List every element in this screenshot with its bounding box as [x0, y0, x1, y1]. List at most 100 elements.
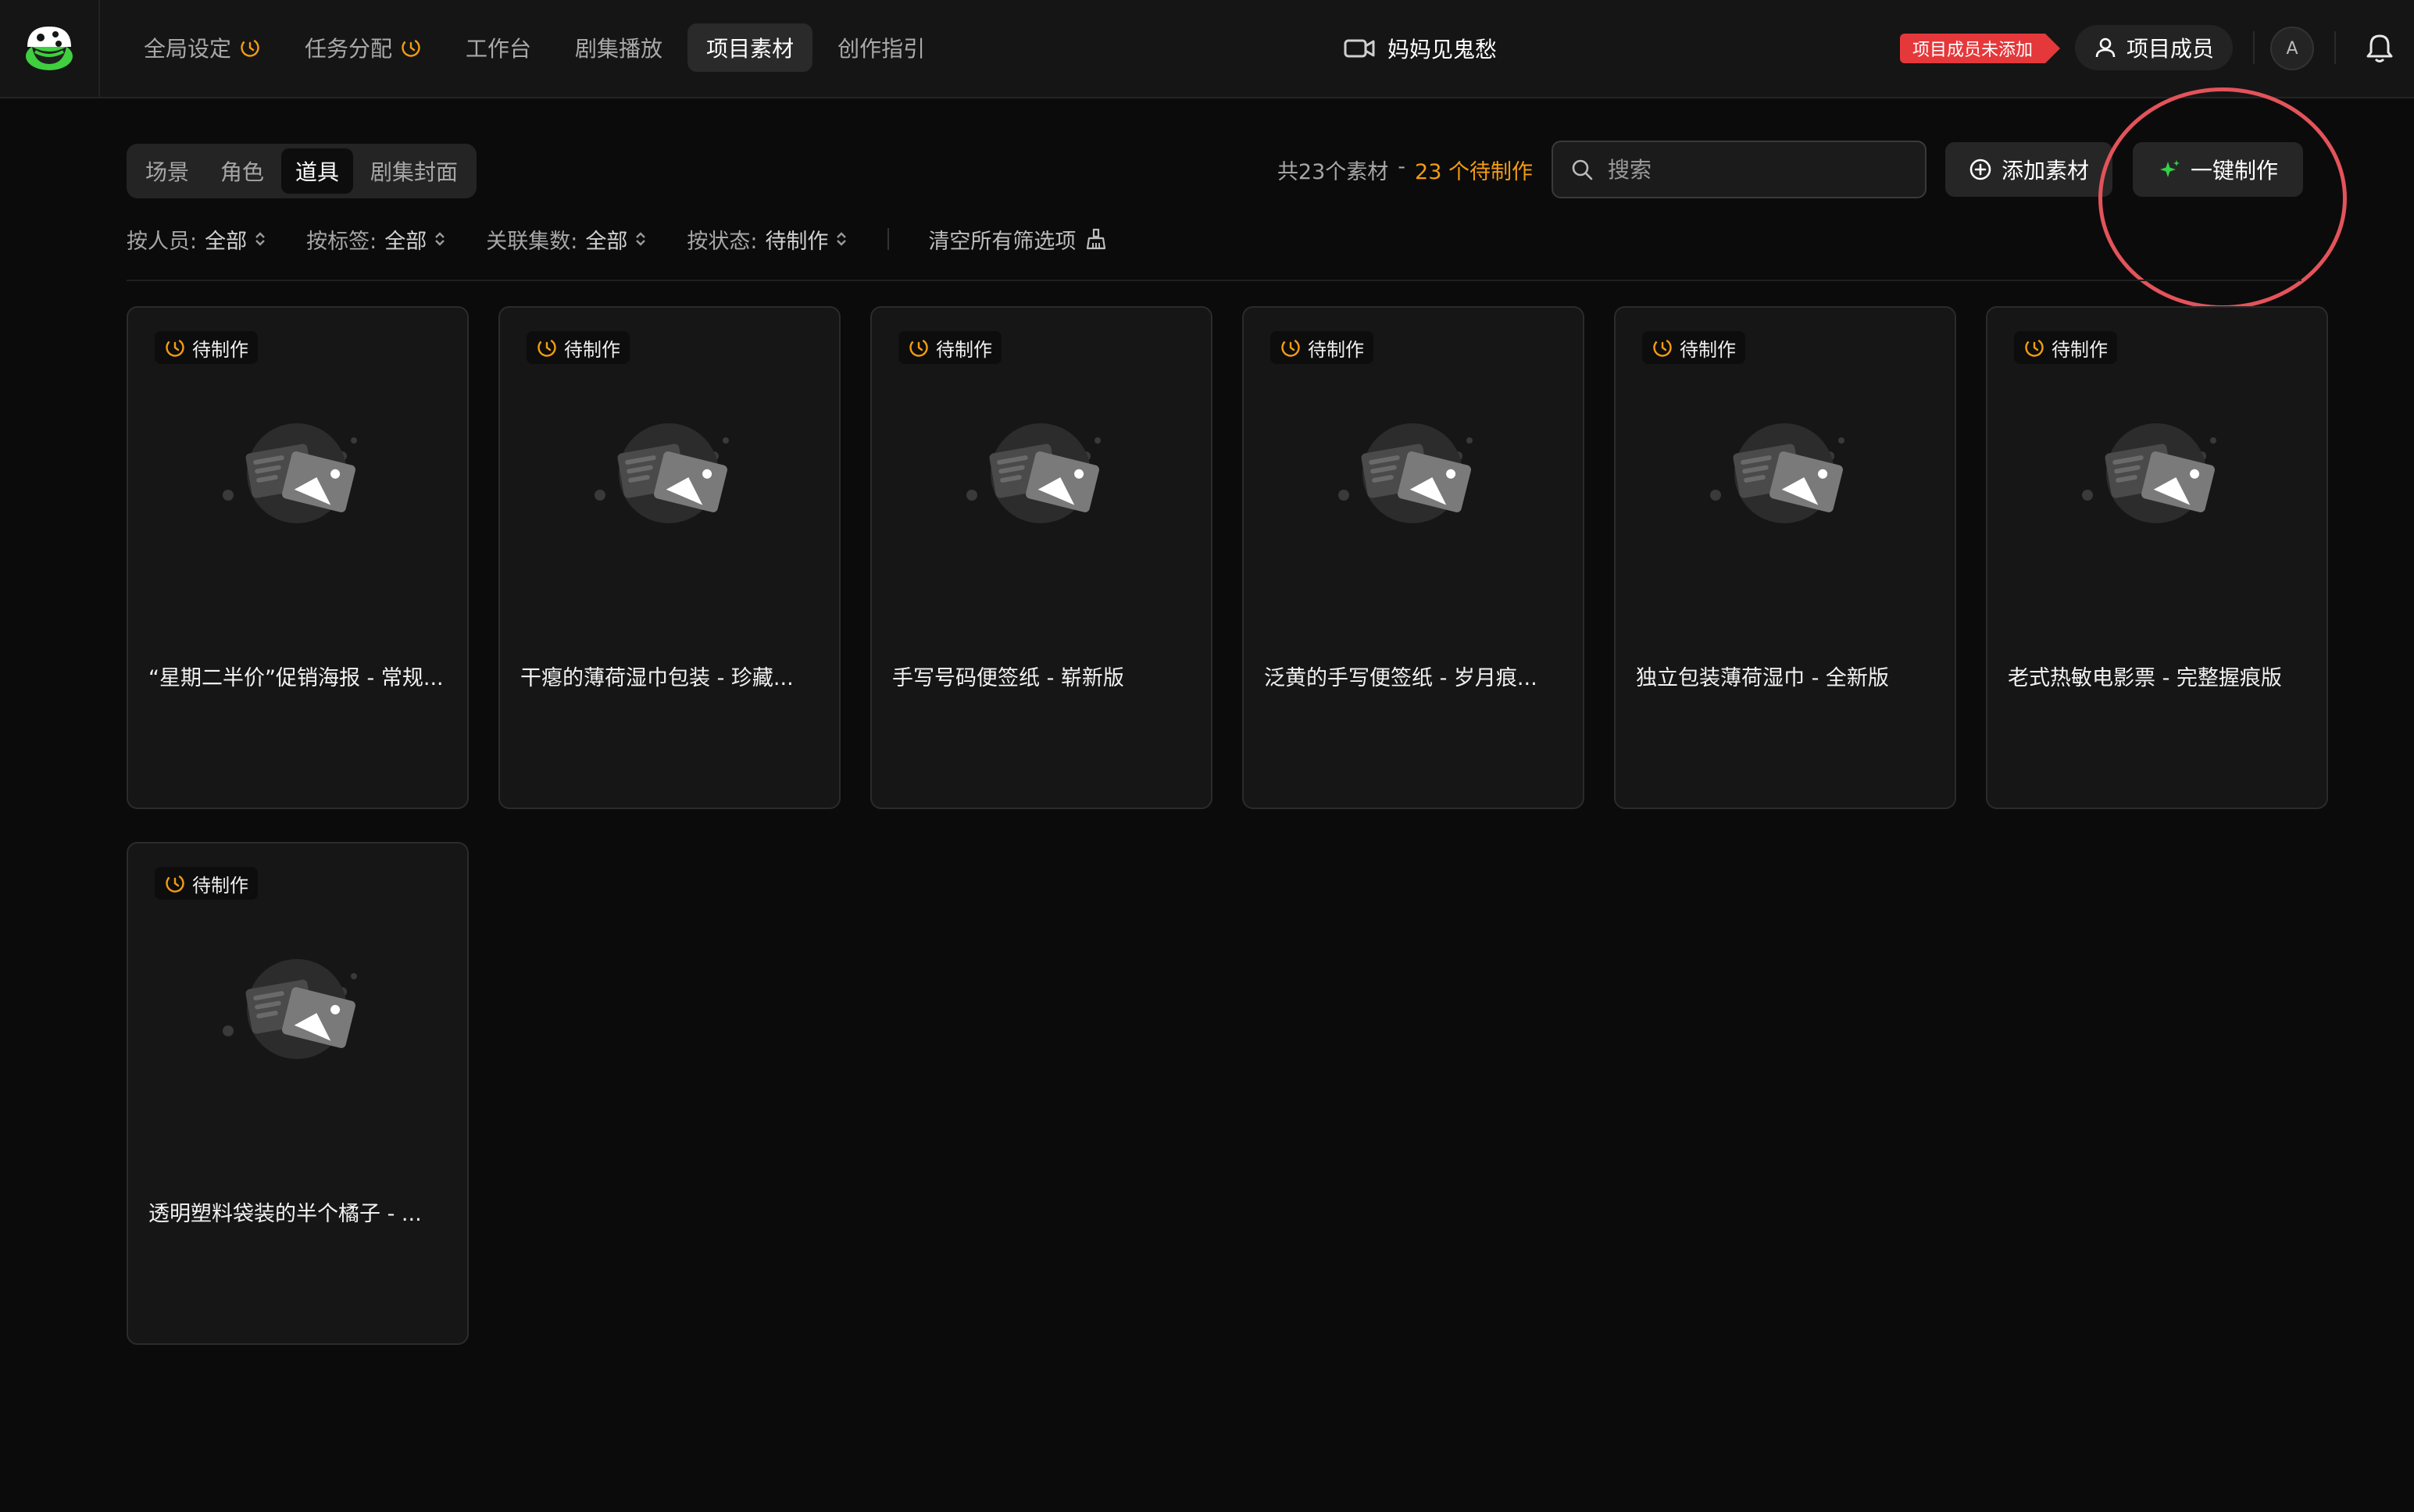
filter-label: 按标签: — [306, 229, 377, 254]
nav-item-label: 创作指引 — [837, 36, 926, 62]
nav-item[interactable]: 创作指引 — [819, 23, 944, 72]
status-badge: 待制作 — [155, 867, 258, 900]
image-placeholder-icon — [595, 423, 729, 523]
filter-label: 按人员: — [127, 229, 198, 254]
asset-card[interactable]: 待制作 手写号码便签纸 - 崭新版 — [870, 306, 1212, 809]
image-placeholder-icon — [2082, 423, 2216, 523]
members-missing-badge[interactable]: 项目成员未添加 — [1900, 34, 2061, 63]
filter-bar: 按人员: 全部 按标签: 全部 关联集数: 全部 按状态: 待制作 清空所有筛选… — [127, 223, 1107, 255]
main-nav: 全局设定 任务分配 工作台 剧集播放 项目素材 创作指引 — [125, 23, 944, 72]
status-label: 待制作 — [192, 338, 248, 361]
status-badge: 待制作 — [155, 331, 258, 364]
clear-filters-label: 清空所有筛选项 — [928, 229, 1077, 254]
asset-card[interactable]: 待制作 独立包装薄荷湿巾 - 全新版 — [1614, 306, 1956, 809]
toolbar-divider — [127, 280, 2302, 281]
pending-clock-icon — [166, 874, 184, 893]
one-click-create-label: 一键制作 — [2191, 158, 2279, 184]
pending-clock-icon — [537, 338, 556, 357]
status-badge: 待制作 — [2014, 331, 2117, 364]
filter-dropdown[interactable]: 按人员: 全部 — [127, 224, 266, 255]
filter-divider — [887, 228, 890, 250]
asset-title: 手写号码便签纸 - 崭新版 — [892, 666, 1124, 690]
status-label: 待制作 — [564, 338, 620, 361]
plus-circle-icon — [1969, 159, 1991, 180]
filter-dropdown[interactable]: 按状态: 待制作 — [687, 224, 847, 255]
pending-clock-icon — [1281, 338, 1300, 357]
total-count: 共23个素材 — [1277, 160, 1389, 184]
nav-item-label: 剧集播放 — [575, 36, 663, 62]
filter-value: 全部 — [585, 229, 628, 254]
asset-card[interactable]: 待制作 “星期二半价”促销海报 - 常规... — [127, 306, 469, 809]
asset-card[interactable]: 待制作 泛黄的手写便签纸 - 岁月痕... — [1242, 306, 1584, 809]
search-icon — [1572, 159, 1593, 180]
one-click-create-button[interactable]: 一键制作 — [2133, 142, 2304, 197]
pending-clock-icon — [1653, 338, 1672, 357]
status-label: 待制作 — [936, 338, 992, 361]
pending-count: 23 个待制作 — [1415, 160, 1533, 184]
asset-title: 干瘪的薄荷湿巾包装 - 珍藏... — [520, 666, 794, 690]
add-asset-button[interactable]: 添加素材 — [1945, 142, 2113, 197]
nav-item-label: 任务分配 — [305, 36, 393, 62]
project-title-text: 妈妈见鬼愁 — [1387, 37, 1498, 62]
asset-count-summary: 共23个素材 - 23 个待制作 — [1277, 155, 1533, 185]
clear-filters-button[interactable]: 清空所有筛选项 — [928, 224, 1107, 255]
nav-item-label: 工作台 — [466, 36, 532, 62]
filter-label: 按状态: — [687, 229, 758, 254]
video-camera-icon — [1344, 39, 1375, 58]
app-logo[interactable] — [0, 0, 100, 97]
search-box[interactable] — [1552, 141, 1927, 198]
avatar[interactable]: A — [2270, 27, 2314, 70]
search-input[interactable] — [1608, 156, 1908, 183]
status-badge: 待制作 — [898, 331, 1002, 364]
image-placeholder-icon — [1710, 423, 1844, 523]
filter-dropdown[interactable]: 关联集数: 全部 — [486, 224, 646, 255]
count-separator: - — [1398, 155, 1406, 179]
nav-item[interactable]: 任务分配 — [286, 23, 441, 72]
filter-value: 待制作 — [765, 229, 829, 254]
status-label: 待制作 — [2052, 338, 2108, 361]
nav-item[interactable]: 剧集播放 — [556, 23, 681, 72]
status-label: 待制作 — [192, 874, 248, 897]
header-divider — [2253, 31, 2255, 64]
status-badge: 待制作 — [1270, 331, 1373, 364]
asset-card[interactable]: 待制作 干瘪的薄荷湿巾包装 - 珍藏... — [498, 306, 841, 809]
asset-card[interactable]: 待制作 透明塑料袋装的半个橘子 - ... — [127, 842, 469, 1345]
nav-item-label: 全局设定 — [144, 36, 232, 62]
nav-item[interactable]: 工作台 — [447, 23, 550, 72]
header-divider — [2334, 31, 2336, 64]
status-label: 待制作 — [1308, 338, 1364, 361]
sort-arrows-icon — [636, 232, 646, 246]
asset-type-tab[interactable]: 道具 — [281, 148, 354, 194]
asset-type-tab[interactable]: 剧集封面 — [356, 148, 472, 194]
image-placeholder-icon — [1338, 423, 1473, 523]
filter-value: 全部 — [205, 229, 248, 254]
sort-arrows-icon — [435, 232, 445, 246]
asset-type-tabs: 场景 角色 道具 剧集封面 — [127, 144, 477, 198]
asset-title: 老式热敏电影票 - 完整握痕版 — [2008, 666, 2282, 690]
asset-type-tab[interactable]: 场景 — [131, 148, 203, 194]
sparkle-icon — [2160, 160, 2180, 177]
status-badge: 待制作 — [1642, 331, 1745, 364]
pending-clock-icon — [241, 38, 259, 57]
sort-arrows-icon — [255, 232, 265, 246]
asset-title: “星期二半价”促销海报 - 常规... — [148, 666, 444, 690]
image-placeholder-icon — [966, 423, 1101, 523]
add-asset-label: 添加素材 — [2002, 158, 2090, 184]
asset-card[interactable]: 待制作 老式热敏电影票 - 完整握痕版 — [1986, 306, 2328, 809]
asset-title: 独立包装薄荷湿巾 - 全新版 — [1636, 666, 1889, 690]
pending-clock-icon — [166, 338, 184, 357]
bell-icon[interactable] — [2362, 31, 2397, 66]
top-navigation-bar: 全局设定 任务分配 工作台 剧集播放 项目素材 创作指引 妈妈见鬼愁 项目成员未添加 … — [0, 0, 2414, 98]
nav-item-label: 项目素材 — [706, 36, 795, 62]
nav-item[interactable]: 全局设定 — [125, 23, 280, 72]
project-members-button[interactable]: 项目成员 — [2075, 25, 2234, 70]
logo-icon — [26, 27, 73, 70]
asset-type-tab[interactable]: 角色 — [206, 148, 278, 194]
filter-value: 全部 — [384, 229, 427, 254]
status-badge: 待制作 — [527, 331, 630, 364]
filter-dropdown[interactable]: 按标签: 全部 — [306, 224, 445, 255]
project-title: 妈妈见鬼愁 — [1344, 27, 1497, 70]
highlight-circle-annotation — [2098, 87, 2347, 309]
nav-item[interactable]: 项目素材 — [687, 23, 813, 72]
pending-clock-icon — [2025, 338, 2044, 357]
